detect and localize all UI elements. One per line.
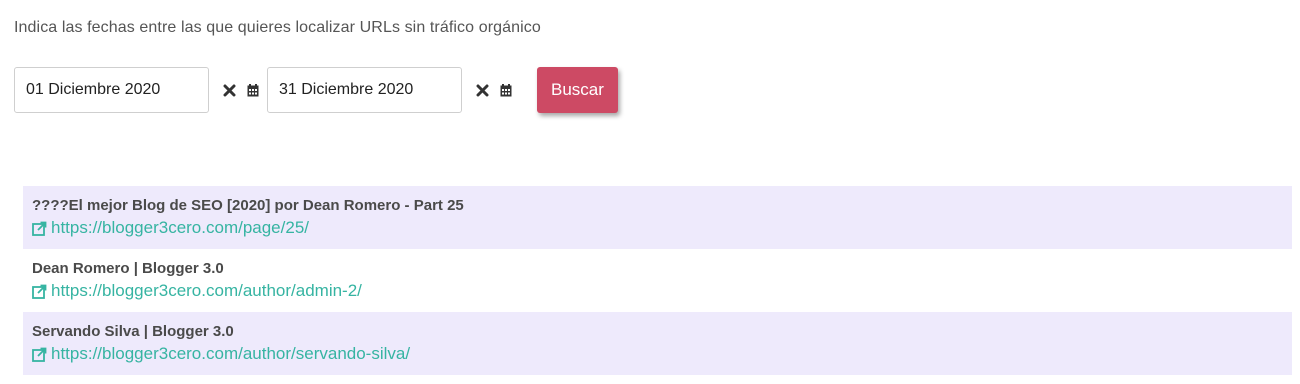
search-button[interactable]: Buscar (537, 67, 618, 113)
date-filter-bar: Buscar (14, 67, 618, 113)
instruction-text: Indica las fechas entre las que quieres … (14, 19, 541, 36)
result-url: https://blogger3cero.com/author/servando… (51, 344, 411, 363)
close-icon[interactable] (474, 82, 490, 98)
result-url: https://blogger3cero.com/author/admin-2/ (51, 281, 362, 300)
result-url: https://blogger3cero.com/page/25/ (51, 218, 309, 237)
calendar-icon[interactable] (499, 83, 513, 97)
calendar-icon[interactable] (246, 83, 260, 97)
external-link-icon (32, 221, 47, 236)
result-link[interactable]: https://blogger3cero.com/page/25/ (32, 218, 1283, 238)
results-list: ????El mejor Blog de SEO [2020] por Dean… (23, 186, 1292, 375)
list-item: Dean Romero | Blogger 3.0 https://blogge… (23, 249, 1292, 312)
external-link-icon (32, 347, 47, 362)
page: Indica las fechas entre las que quieres … (0, 0, 1300, 384)
close-icon[interactable] (221, 82, 237, 98)
external-link-icon (32, 284, 47, 299)
list-item: ????El mejor Blog de SEO [2020] por Dean… (23, 186, 1292, 249)
result-link[interactable]: https://blogger3cero.com/author/admin-2/ (32, 281, 1283, 301)
result-title: Servando Silva | Blogger 3.0 (32, 323, 234, 340)
result-link[interactable]: https://blogger3cero.com/author/servando… (32, 344, 1283, 364)
list-item: Servando Silva | Blogger 3.0 https://blo… (23, 312, 1292, 375)
end-date-input[interactable] (267, 67, 462, 113)
result-title: ????El mejor Blog de SEO [2020] por Dean… (32, 197, 464, 214)
start-date-input[interactable] (14, 67, 209, 113)
result-title: Dean Romero | Blogger 3.0 (32, 260, 224, 277)
